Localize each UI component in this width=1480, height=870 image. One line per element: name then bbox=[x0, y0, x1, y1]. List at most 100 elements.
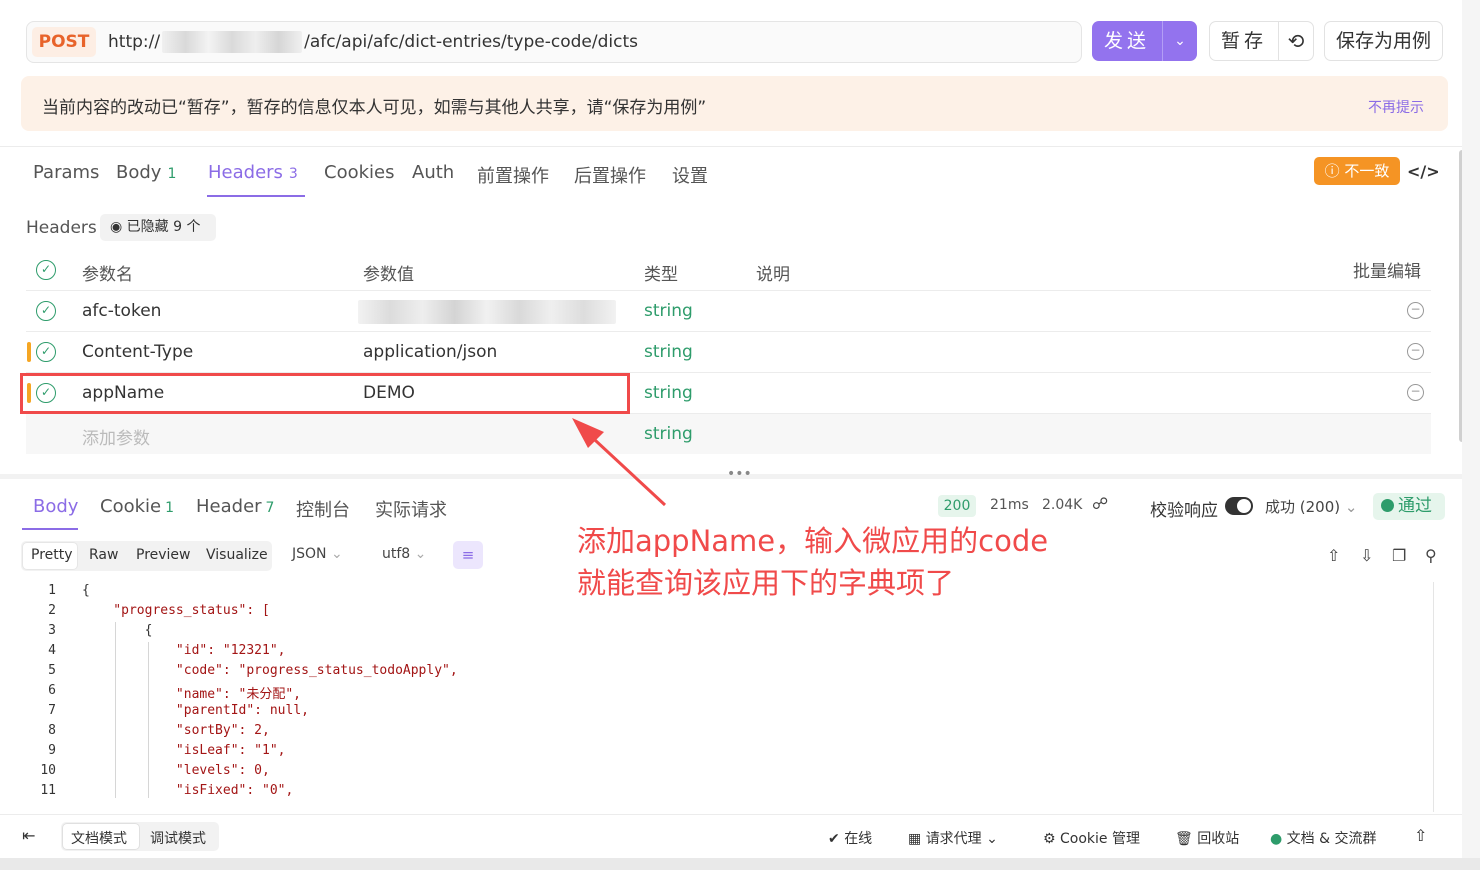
method-selector[interactable]: POST bbox=[32, 27, 96, 57]
annotation-text: 添加appName，输入微应用的code 就能查询该应用下的字典项了 bbox=[577, 524, 1049, 600]
remove-row-icon[interactable]: − bbox=[1407, 384, 1424, 401]
revert-icon[interactable]: ⟲ bbox=[1278, 21, 1314, 61]
wrap-lines-icon[interactable]: ≡ bbox=[453, 541, 483, 569]
mode-raw[interactable]: Raw bbox=[89, 547, 118, 563]
line-number: 1 bbox=[48, 583, 56, 598]
download-icon[interactable]: ⇩ bbox=[1360, 546, 1373, 565]
cookie-manage-button[interactable]: ⚙ Cookie 管理 bbox=[1043, 828, 1140, 848]
select-all-checkbox[interactable]: ✓ bbox=[36, 260, 56, 280]
chevron-down-icon: ⌄ bbox=[1344, 498, 1358, 516]
resp-tab-header[interactable]: Header 7 bbox=[196, 496, 274, 517]
line-number: 5 bbox=[48, 663, 56, 678]
tab-post-operations[interactable]: 后置操作 bbox=[574, 162, 646, 188]
col-name: 参数名 bbox=[82, 265, 133, 285]
tab-settings[interactable]: 设置 bbox=[672, 162, 708, 188]
header-name[interactable]: afc-token bbox=[82, 301, 161, 321]
tab-params[interactable]: Params bbox=[33, 162, 99, 183]
row-divider bbox=[26, 290, 1431, 291]
send-button[interactable]: 发送 bbox=[1092, 21, 1162, 61]
header-name[interactable]: Content-Type bbox=[82, 342, 193, 362]
pass-badge[interactable]: 通过 bbox=[1373, 493, 1445, 520]
hidden-headers-chip[interactable]: ◉ 已隐藏 9 个 bbox=[100, 214, 216, 241]
line-number: 7 bbox=[48, 703, 56, 718]
mode-preview[interactable]: Preview bbox=[136, 547, 191, 563]
notice-text: 当前内容的改动已“暂存”，暂存的信息仅本人可见，如需与其他人共享，请“保存为用例… bbox=[42, 98, 707, 118]
share-icon[interactable]: ☍ bbox=[1092, 494, 1108, 513]
code-line: "name": "未分配", bbox=[82, 687, 302, 702]
row-divider bbox=[26, 331, 1431, 332]
mismatch-badge[interactable]: ⓘ 不一致 bbox=[1314, 157, 1400, 185]
add-param-row[interactable] bbox=[26, 414, 1431, 454]
chevron-down-icon: ⌄ bbox=[330, 546, 343, 562]
resp-tab-actual-request[interactable]: 实际请求 bbox=[375, 496, 447, 522]
dismiss-notice-link[interactable]: 不再提示 bbox=[1368, 97, 1424, 117]
resp-tab-body[interactable]: Body bbox=[33, 496, 78, 517]
cookie-icon: ⚙ bbox=[1043, 831, 1056, 847]
url-path: /afc/api/afc/dict-entries/type-code/dict… bbox=[304, 32, 638, 52]
splitter-handle-icon[interactable]: ••• bbox=[727, 466, 752, 482]
mode-pretty[interactable]: Pretty bbox=[31, 547, 73, 563]
status-bar bbox=[0, 814, 1462, 859]
tab-headers[interactable]: Headers 3 bbox=[208, 162, 298, 183]
header-type[interactable]: string bbox=[644, 342, 693, 362]
verify-response-label: 校验响应 bbox=[1150, 501, 1218, 521]
row-checkbox[interactable]: ✓ bbox=[36, 301, 56, 321]
debug-mode-button[interactable]: 调试模式 bbox=[150, 828, 206, 848]
upgrade-icon[interactable]: ⇧ bbox=[1414, 826, 1427, 845]
success-selector[interactable]: 成功 (200) ⌄ bbox=[1265, 496, 1357, 517]
send-dropdown-chevron-icon[interactable]: ⌄ bbox=[1162, 21, 1197, 61]
line-number: 8 bbox=[48, 723, 56, 738]
annotation-highlight-box bbox=[20, 373, 630, 414]
bulk-edit-button[interactable]: 批量编辑 bbox=[1353, 257, 1421, 282]
annotation-arrow bbox=[572, 418, 667, 507]
chat-icon: ● bbox=[1270, 831, 1283, 847]
recycle-bin-button[interactable]: 🗑 回收站 bbox=[1175, 828, 1239, 848]
modified-marker bbox=[27, 342, 31, 362]
code-line: { bbox=[82, 623, 153, 638]
verify-response-toggle[interactable] bbox=[1225, 497, 1253, 515]
code-line: "code": "progress_status_todoApply", bbox=[82, 663, 458, 678]
add-param-input[interactable]: 添加参数 bbox=[82, 424, 150, 449]
docs-community-button[interactable]: ● 文档 & 交流群 bbox=[1270, 828, 1377, 848]
upload-icon[interactable]: ⇧ bbox=[1327, 546, 1340, 565]
window-edge bbox=[0, 858, 1480, 870]
line-number: 9 bbox=[48, 743, 56, 758]
window-edge bbox=[1462, 0, 1480, 870]
tab-cookies[interactable]: Cookies bbox=[324, 162, 394, 183]
temp-save-button[interactable]: 暂存 bbox=[1209, 21, 1279, 61]
code-scrollbar[interactable] bbox=[1433, 582, 1434, 812]
line-number: 2 bbox=[48, 603, 56, 618]
url-input[interactable]: http:// /afc/api/afc/dict-entries/type-co… bbox=[108, 31, 638, 53]
active-tab-indicator bbox=[207, 195, 305, 197]
tab-auth[interactable]: Auth bbox=[412, 162, 454, 183]
header-type[interactable]: string bbox=[644, 383, 693, 403]
tab-pre-operations[interactable]: 前置操作 bbox=[477, 162, 549, 188]
format-select[interactable]: JSON ⌄ bbox=[292, 546, 343, 562]
code-line: "id": "12321", bbox=[82, 643, 286, 658]
remove-row-icon[interactable]: − bbox=[1407, 302, 1424, 319]
chevron-down-icon: ⌄ bbox=[986, 831, 998, 847]
code-icon[interactable]: </> bbox=[1407, 162, 1440, 181]
resp-tab-console[interactable]: 控制台 bbox=[296, 496, 350, 522]
mode-visualize[interactable]: Visualize bbox=[206, 547, 268, 563]
row-checkbox[interactable]: ✓ bbox=[36, 342, 56, 362]
code-line: "sortBy": 2, bbox=[82, 723, 270, 738]
collapse-sidebar-icon[interactable]: ⇤ bbox=[22, 826, 35, 845]
resp-tab-cookie[interactable]: Cookie 1 bbox=[100, 496, 174, 517]
header-value-redacted[interactable] bbox=[358, 300, 616, 324]
line-number: 4 bbox=[48, 643, 56, 658]
trash-icon: 🗑 bbox=[1175, 831, 1193, 847]
online-status[interactable]: ✔ 在线 bbox=[828, 828, 872, 848]
save-as-case-button[interactable]: 保存为用例 bbox=[1324, 21, 1443, 61]
tab-body[interactable]: Body 1 bbox=[116, 162, 176, 183]
header-value[interactable]: application/json bbox=[363, 342, 497, 362]
remove-row-icon[interactable]: − bbox=[1407, 343, 1424, 360]
header-type[interactable]: string bbox=[644, 301, 693, 321]
active-resp-tab-indicator bbox=[22, 528, 78, 530]
encoding-select[interactable]: utf8 ⌄ bbox=[382, 546, 426, 562]
copy-icon[interactable]: ❐ bbox=[1392, 546, 1406, 565]
chevron-down-icon: ⌄ bbox=[414, 546, 427, 562]
doc-mode-button[interactable]: 文档模式 bbox=[71, 828, 127, 848]
request-proxy-menu[interactable]: ▦ 请求代理 ⌄ bbox=[908, 828, 998, 848]
search-icon[interactable]: ⚲ bbox=[1425, 546, 1437, 565]
